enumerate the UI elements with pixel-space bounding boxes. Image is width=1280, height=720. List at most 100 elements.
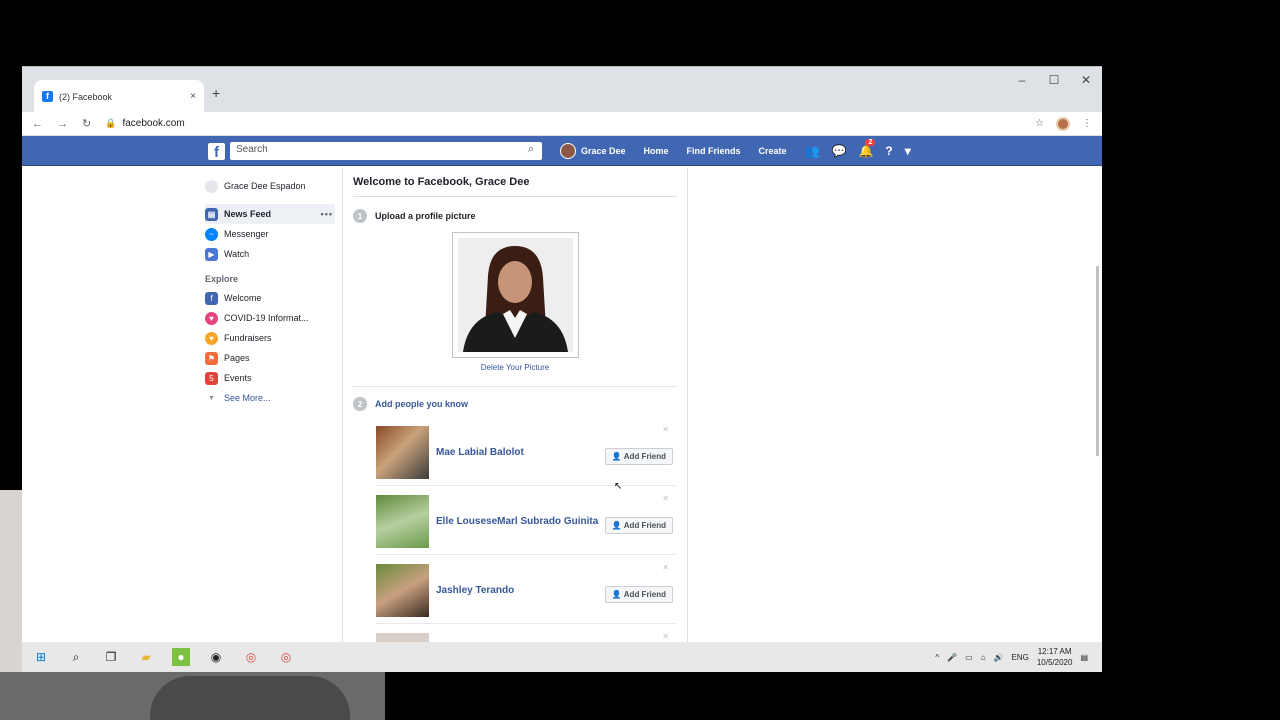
back-icon[interactable]: ← xyxy=(32,118,43,130)
person-name-link[interactable]: Elle LouseseMarl Subrado Guinita xyxy=(436,516,598,527)
sidebar-item-messenger[interactable]: ~ Messenger xyxy=(205,224,335,244)
time-text: 12:17 AM xyxy=(1037,647,1072,656)
explore-heading: Explore xyxy=(205,274,239,284)
chrome-icon-2[interactable]: ◎ xyxy=(277,648,295,666)
header-nav: Grace Dee Home Find Friends Create 👥 💬 🔔… xyxy=(560,136,923,166)
background-strip xyxy=(0,490,22,672)
see-more-link[interactable]: ▼ See More... xyxy=(205,388,335,408)
sidebar-item-label: Welcome xyxy=(224,293,262,303)
sidebar-profile[interactable]: Grace Dee Espadon xyxy=(205,176,335,196)
find-friends-link[interactable]: Find Friends xyxy=(687,146,741,156)
step-add-people: 2 Add people you know xyxy=(353,397,677,411)
messenger-sidebar-icon: ~ xyxy=(205,227,218,241)
user-avatar[interactable] xyxy=(560,143,576,159)
sidebar-item-news-feed[interactable]: ▤ News Feed ••• xyxy=(205,204,335,224)
person-name-link[interactable]: Mae Labial Balolot xyxy=(436,447,524,458)
create-link[interactable]: Create xyxy=(759,146,787,156)
tab-close-icon[interactable]: × xyxy=(190,91,196,102)
user-name-link[interactable]: Grace Dee xyxy=(581,146,626,156)
sidebar-item-label: Fundraisers xyxy=(224,333,272,343)
chevron-down-icon: ▼ xyxy=(208,394,215,402)
close-icon[interactable]: ✕ xyxy=(662,425,669,434)
covid-info-icon: ♥ xyxy=(205,311,218,325)
new-tab-button[interactable]: + xyxy=(212,85,220,101)
microphone-icon[interactable]: 🎤 xyxy=(947,653,957,662)
url-text[interactable]: facebook.com xyxy=(122,118,184,129)
close-window-icon[interactable]: ✕ xyxy=(1070,73,1102,87)
page-title: Welcome to Facebook, Grace Dee xyxy=(353,168,677,197)
scrollbar[interactable] xyxy=(1096,266,1099,456)
start-windows-icon[interactable]: ⊞ xyxy=(32,648,50,666)
bookmark-star-icon[interactable]: ☆ xyxy=(1035,118,1044,129)
sidebar-item-pages[interactable]: ⚑ Pages xyxy=(205,348,335,368)
sidebar-item-watch[interactable]: ▶ Watch xyxy=(205,244,335,264)
sidebar-item-welcome[interactable]: f Welcome xyxy=(205,288,335,308)
close-icon[interactable]: ✕ xyxy=(662,494,669,503)
search-input[interactable]: Search ⌕ xyxy=(230,142,542,160)
search-placeholder: Search xyxy=(236,144,268,155)
clock[interactable]: 12:17 AM 10/5/2020 xyxy=(1037,646,1073,668)
facebook-favicon-icon: f xyxy=(42,91,53,102)
line-app-icon[interactable]: ● xyxy=(172,648,190,666)
close-icon[interactable]: ✕ xyxy=(662,563,669,572)
person-photo[interactable] xyxy=(376,563,429,617)
maximize-icon[interactable]: ☐ xyxy=(1038,73,1070,87)
events-calendar-icon: 5 xyxy=(205,371,218,385)
reload-icon[interactable]: ↻ xyxy=(82,117,91,130)
search-icon[interactable]: ⌕ xyxy=(528,143,534,156)
profile-avatar-icon[interactable] xyxy=(1056,116,1070,131)
webcam-person xyxy=(150,676,350,720)
add-friend-button[interactable]: 👤 Add Friend xyxy=(604,586,673,603)
close-icon[interactable]: ✕ xyxy=(662,632,669,641)
divider xyxy=(376,623,677,624)
search-icon[interactable]: ⌕ xyxy=(67,648,85,666)
sidebar-item-label: COVID-19 Informat... xyxy=(224,313,309,323)
profile-picture xyxy=(457,238,573,352)
facebook-header: f Search ⌕ Grace Dee Home Find Friends C… xyxy=(22,136,1102,166)
menu-kebab-icon[interactable]: ⋮ xyxy=(1082,118,1092,129)
file-explorer-icon[interactable]: ▰ xyxy=(137,648,155,666)
person-photo[interactable] xyxy=(376,494,429,548)
person-photo[interactable] xyxy=(376,425,429,479)
account-dropdown-icon[interactable]: ▾ xyxy=(905,144,911,158)
notification-center-icon[interactable]: ▤ xyxy=(1080,653,1088,662)
task-view-icon[interactable]: ❐ xyxy=(102,648,120,666)
pages-flag-icon: ⚑ xyxy=(205,351,218,365)
obs-app-icon[interactable]: ◉ xyxy=(207,648,225,666)
sidebar-item-covid[interactable]: ♥ COVID-19 Informat... xyxy=(205,308,335,328)
add-friend-label: Add Friend xyxy=(623,590,666,599)
window-controls: – ☐ ✕ xyxy=(1006,73,1102,87)
help-icon[interactable]: ? xyxy=(885,144,892,158)
chevron-up-icon[interactable]: ^ xyxy=(935,653,939,662)
notification-badge: 2 xyxy=(865,139,876,146)
notifications-icon[interactable]: 🔔 2 xyxy=(858,139,876,158)
chrome-icon[interactable]: ◎ xyxy=(242,648,260,666)
add-friend-button[interactable]: 👤 Add Friend xyxy=(604,448,673,465)
list-item: Elle LouseseMarl Subrado Guinita ✕ 👤 Add… xyxy=(353,494,677,548)
home-link[interactable]: Home xyxy=(644,146,669,156)
minimize-icon[interactable]: – xyxy=(1006,73,1038,87)
sidebar-item-events[interactable]: 5 Events xyxy=(205,368,335,388)
divider xyxy=(376,554,677,555)
messenger-icon[interactable]: 💬 xyxy=(832,144,847,158)
step-label[interactable]: Add people you know xyxy=(375,399,468,409)
delete-picture-link[interactable]: Delete Your Picture xyxy=(353,363,677,372)
forward-icon[interactable]: → xyxy=(57,118,68,130)
facebook-logo-icon[interactable]: f xyxy=(208,143,225,160)
volume-icon[interactable]: 🔊 xyxy=(994,653,1004,662)
battery-icon[interactable]: ▭ xyxy=(965,653,973,662)
friend-requests-icon[interactable]: 👥 xyxy=(805,144,820,158)
lock-icon[interactable]: 🔒 xyxy=(105,118,116,129)
language-indicator[interactable]: ENG xyxy=(1012,653,1029,662)
divider xyxy=(376,485,677,486)
add-friend-button[interactable]: 👤 Add Friend xyxy=(604,517,673,534)
profile-picture-frame[interactable] xyxy=(451,232,579,358)
sidebar-item-fundraisers[interactable]: ♥ Fundraisers xyxy=(205,328,335,348)
person-name-link[interactable]: Jashley Terando xyxy=(436,585,514,596)
step-number: 1 xyxy=(353,209,367,223)
add-friend-label: Add Friend xyxy=(623,521,666,530)
news-feed-icon: ▤ xyxy=(205,207,218,221)
browser-tab[interactable]: f (2) Facebook × xyxy=(34,80,204,113)
network-icon[interactable]: ⌂ xyxy=(981,653,986,662)
more-options-icon[interactable]: ••• xyxy=(321,209,333,219)
